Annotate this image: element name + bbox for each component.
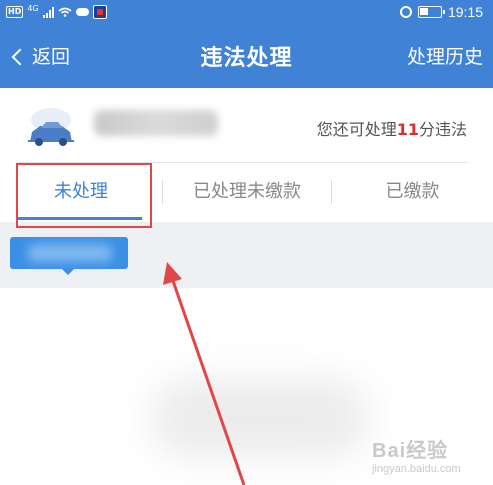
network-type: 4G — [27, 3, 39, 13]
alarm-icon — [399, 6, 412, 18]
signal-icon — [42, 6, 54, 18]
cloud-icon — [75, 8, 89, 16]
clock: 19:15 — [447, 4, 483, 20]
app-notification-icon — [92, 5, 107, 19]
watermark-logo: Bai经验 — [372, 440, 449, 462]
remaining-count: 11 — [396, 120, 419, 139]
watermark: Bai经验 jingyan.baidu.com — [372, 434, 461, 475]
tab-processed-unpaid[interactable]: 已处理未缴款 — [163, 164, 331, 220]
filter-pointer — [62, 269, 74, 275]
wifi-icon — [58, 7, 72, 17]
divider — [16, 162, 468, 163]
content-redacted — [150, 378, 370, 458]
status-tabs: 未处理 已处理未缴款 已缴款 — [0, 164, 493, 220]
status-bar: HD 4G 19:15 — [0, 0, 493, 24]
app-header: HD 4G 19:15 返回 违法处理 处理历史 — [0, 0, 493, 88]
tab-unprocessed[interactable]: 未处理 — [0, 164, 162, 220]
history-button[interactable]: 处理历史 — [407, 42, 483, 69]
filter-tag-redacted — [28, 244, 112, 262]
remaining-prefix: 您还可处理 — [316, 120, 397, 139]
vehicle-info-row: 您还可处理11分违法 — [0, 88, 493, 164]
battery-icon — [417, 6, 445, 18]
hd-badge: HD — [6, 6, 24, 18]
remaining-suffix: 分违法 — [418, 120, 467, 139]
watermark-url: jingyan.baidu.com — [372, 463, 461, 475]
license-plate-redacted — [94, 110, 218, 136]
tab-paid[interactable]: 已缴款 — [332, 164, 493, 220]
title-bar: 返回 违法处理 处理历史 — [0, 34, 493, 78]
car-icon — [28, 108, 74, 146]
remaining-points: 您还可处理11分违法 — [317, 116, 467, 140]
